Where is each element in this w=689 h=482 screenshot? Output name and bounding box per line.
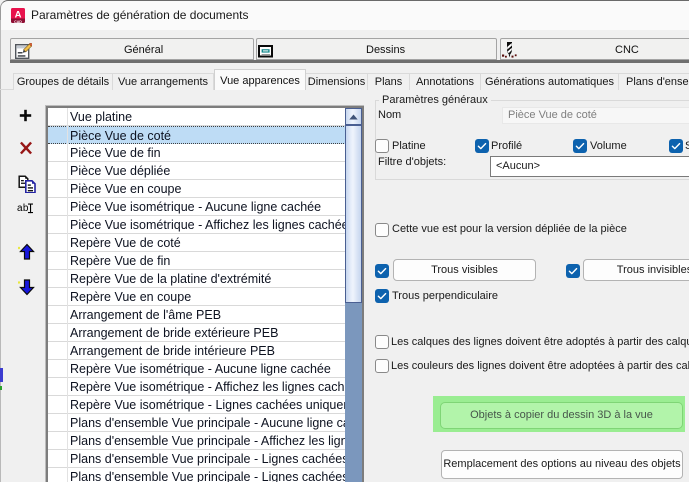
svg-text:CAD: CAD (14, 20, 22, 24)
